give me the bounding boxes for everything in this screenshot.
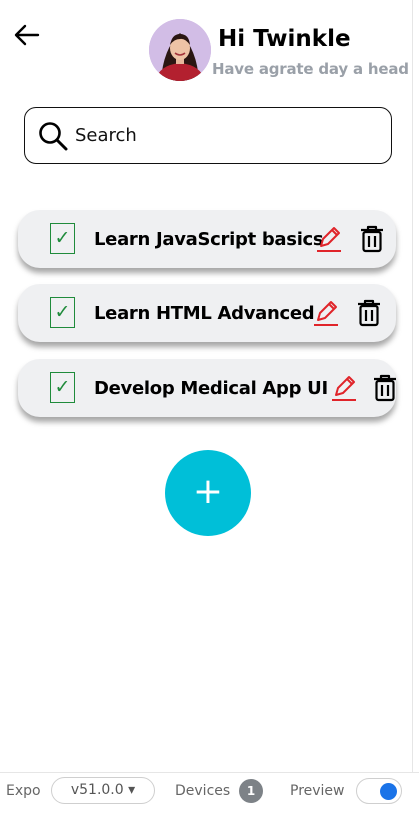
edit-button[interactable] (312, 298, 340, 328)
greeting-subtitle: Have agrate day a head (212, 60, 409, 78)
preview-label: Preview (290, 783, 345, 799)
back-button[interactable] (12, 22, 42, 48)
todo-title: Learn HTML Advanced (94, 303, 315, 324)
pencil-icon (314, 301, 338, 326)
devices-count-badge[interactable]: 1 (239, 779, 263, 803)
pencil-icon (317, 227, 341, 252)
devices-label: Devices (175, 783, 231, 799)
app-screen: Hi Twinkle Have agrate day a head ✓ Lear… (0, 0, 413, 813)
checkmark-icon: ✓ (54, 376, 71, 398)
todo-item[interactable]: ✓ Learn JavaScript basics (18, 210, 396, 268)
delete-button[interactable] (359, 224, 385, 254)
todo-title: Develop Medical App UI (94, 378, 328, 399)
checkmark-icon: ✓ (54, 301, 71, 323)
expo-label: Expo (6, 783, 41, 799)
edit-button[interactable] (330, 373, 358, 403)
arrow-left-icon (14, 24, 40, 46)
expo-bottom-bar: Expo v51.0.0 ▾ Devices 1 Preview (0, 772, 419, 813)
search-bar[interactable] (24, 107, 392, 164)
preview-toggle[interactable] (356, 778, 402, 804)
profile-photo (149, 19, 211, 81)
todo-title: Learn JavaScript basics (94, 229, 324, 250)
toggle-knob (380, 783, 397, 800)
todo-checkbox[interactable]: ✓ (50, 223, 75, 254)
delete-button[interactable] (372, 373, 398, 403)
pencil-icon (332, 376, 356, 401)
trash-icon (358, 299, 380, 327)
todo-checkbox[interactable]: ✓ (50, 372, 75, 403)
trash-icon (361, 225, 383, 253)
checkmark-icon: ✓ (54, 227, 71, 249)
trash-icon (374, 374, 396, 402)
add-todo-button[interactable]: + (165, 450, 251, 536)
search-icon (39, 121, 68, 150)
greeting-title: Hi Twinkle (218, 26, 351, 52)
delete-button[interactable] (356, 298, 382, 328)
avatar[interactable] (149, 19, 211, 81)
todo-item[interactable]: ✓ Develop Medical App UI (18, 359, 396, 417)
plus-icon: + (192, 471, 224, 512)
todo-item[interactable]: ✓ Learn HTML Advanced (18, 284, 396, 342)
edit-button[interactable] (315, 224, 343, 254)
todo-checkbox[interactable]: ✓ (50, 297, 75, 328)
version-select[interactable]: v51.0.0 ▾ (51, 777, 155, 804)
search-input[interactable] (75, 125, 355, 146)
